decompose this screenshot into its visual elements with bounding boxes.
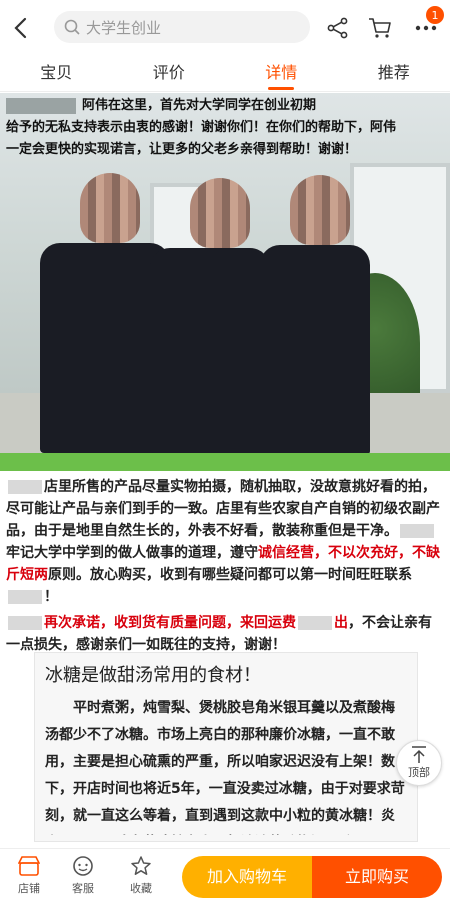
search-placeholder: 大学生创业 [86, 18, 162, 37]
customer-service-button[interactable]: 客服 [58, 855, 108, 896]
tab-bar: 宝贝 评价 详情 推荐 [0, 56, 450, 92]
search-icon [64, 19, 80, 35]
cart-icon [369, 18, 391, 38]
share-icon [327, 17, 348, 39]
chevron-left-icon [14, 17, 27, 39]
back-to-top-label: 顶部 [408, 766, 430, 779]
description-text: 店里所售的产品尽量实物拍摄，随机抽取，没故意挑好看的拍，尽可能让产品与亲们到手的… [0, 476, 450, 660]
tab-details[interactable]: 详情 [225, 56, 338, 91]
cart-count-badge: 1 [426, 6, 444, 24]
tab-recommend[interactable]: 推荐 [338, 56, 450, 91]
more-icon [415, 25, 437, 31]
service-label: 客服 [72, 882, 94, 895]
favorite-button[interactable]: 收藏 [116, 855, 166, 896]
back-to-top-button[interactable]: 顶部 [396, 740, 442, 786]
tab-item[interactable]: 宝贝 [0, 56, 113, 91]
caption-line-1: 阿伟在这里，首先对大学同学在创业初期 [6, 95, 444, 117]
divider-bar [0, 453, 450, 471]
shop-icon [18, 856, 40, 876]
cart-button[interactable] [366, 14, 394, 42]
back-button[interactable] [0, 0, 40, 56]
buy-now-button[interactable]: 立即购买 [312, 856, 442, 898]
favorite-label: 收藏 [130, 882, 152, 895]
search-input[interactable]: 大学生创业 [54, 11, 310, 43]
description-paragraph: 店里所售的产品尽量实物拍摄，随机抽取，没故意挑好看的拍，尽可能让产品与亲们到手的… [6, 479, 440, 605]
card-title: 冰糖是做甜汤常用的食材！ [45, 665, 261, 686]
arrow-up-icon [412, 746, 426, 763]
chat-icon [73, 856, 93, 876]
shop-label: 店铺 [18, 882, 40, 895]
tab-reviews[interactable]: 评价 [113, 56, 226, 91]
star-icon [131, 856, 151, 875]
promise-paragraph: 再次承诺，收到货有质量问题，来回运费 出，不会让亲有一点损失，感谢亲们一如既往的支… [6, 615, 432, 653]
caption-line-3: 一定会更快的实现诺言，让更多的父老乡亲得到帮助！谢谢！ [6, 142, 358, 157]
caption-line-2: 给予的无私支持表示由衷的感谢！谢谢你们！在你们的帮助下，阿伟 [6, 120, 397, 135]
share-button[interactable] [324, 14, 352, 42]
add-to-cart-button[interactable]: 加入购物车 [182, 856, 312, 898]
photo-caption: 阿伟在这里，首先对大学同学在创业初期 给予的无私支持表示由衷的感谢！谢谢你们！在… [0, 93, 450, 163]
card-body: 平时煮粥，炖雪梨、煲桃胶皂角米银耳羹以及煮酸梅汤都少不了冰糖。市场上亮白的那种廉… [45, 700, 405, 824]
top-bar: 大学生创业 1 [0, 0, 450, 56]
product-detail-page: 大学生创业 1 宝贝 评价 详情 推荐 阿伟在这里，首先对大学同学在创业初期 给… [0, 0, 450, 906]
shop-button[interactable]: 店铺 [4, 855, 54, 896]
info-card: 冰糖是做甜汤常用的食材！ 平时煮粥，炖雪梨、煲桃胶皂角米银耳羹以及煮酸梅汤都少不… [34, 652, 418, 842]
product-photo: 阿伟在这里，首先对大学同学在创业初期 给予的无私支持表示由衷的感谢！谢谢你们！在… [0, 93, 450, 453]
